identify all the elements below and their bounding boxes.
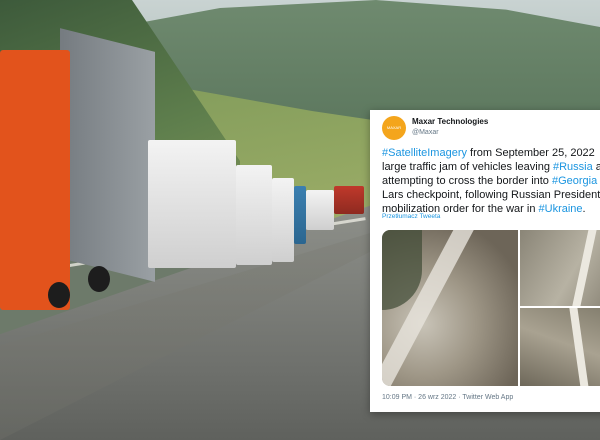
tweet-text-segment: Lars checkpoint, following Russian Presi… xyxy=(382,189,600,201)
author-name[interactable]: Maxar Technologies xyxy=(412,117,488,126)
hashtag-link[interactable]: #Ukraine xyxy=(539,203,583,215)
truck-wheel xyxy=(88,266,110,292)
hashtag-link[interactable]: #Russia xyxy=(553,161,593,173)
tweet-text-segment: a xyxy=(595,161,600,173)
tweet-media-grid[interactable] xyxy=(382,230,600,386)
truck-white xyxy=(306,190,334,230)
truck-cab-orange xyxy=(0,50,70,310)
truck-white xyxy=(334,186,364,214)
truck-wheel xyxy=(48,282,70,308)
tweet-card[interactable]: MAXAR Maxar Technologies @Maxar #Satelli… xyxy=(370,110,600,412)
satellite-image-main[interactable] xyxy=(382,230,518,386)
truck-white xyxy=(148,140,236,268)
truck-white xyxy=(272,178,294,262)
tweet-timestamp: 10:09 PM · 26 wrz 2022 · Twitter Web App xyxy=(382,394,514,401)
tweet-text-segment: attempting to cross the border into xyxy=(382,175,552,187)
author-handle[interactable]: @Maxar xyxy=(412,129,439,136)
tweet-text-line: #SatelliteImagery from September 25, 202… xyxy=(382,146,600,160)
tweet-text-line: attempting to cross the border into #Geo… xyxy=(382,174,600,188)
tweet-text-line: large traffic jam of vehicles leaving #R… xyxy=(382,160,600,174)
avatar[interactable]: MAXAR xyxy=(382,116,406,140)
tweet-text-line: Lars checkpoint, following Russian Presi… xyxy=(382,188,600,202)
tweet-text-segment: from September 25, 2022 xyxy=(467,147,595,159)
tweet-text-segment: . xyxy=(582,203,586,215)
satellite-image-top[interactable] xyxy=(520,230,600,306)
hashtag-link[interactable]: #Georgia xyxy=(552,175,597,187)
translate-tweet-link[interactable]: Przetłumacz Tweeta xyxy=(382,213,440,220)
tweet-text-segment: large traffic jam of vehicles leaving xyxy=(382,161,553,173)
hashtag-link[interactable]: #SatelliteImagery xyxy=(382,147,467,159)
truck-white xyxy=(294,186,306,244)
truck-white xyxy=(236,165,272,265)
satellite-image-bottom[interactable] xyxy=(520,308,600,386)
truck-trailer xyxy=(60,28,155,282)
tweet-text: #SatelliteImagery from September 25, 202… xyxy=(382,146,600,216)
